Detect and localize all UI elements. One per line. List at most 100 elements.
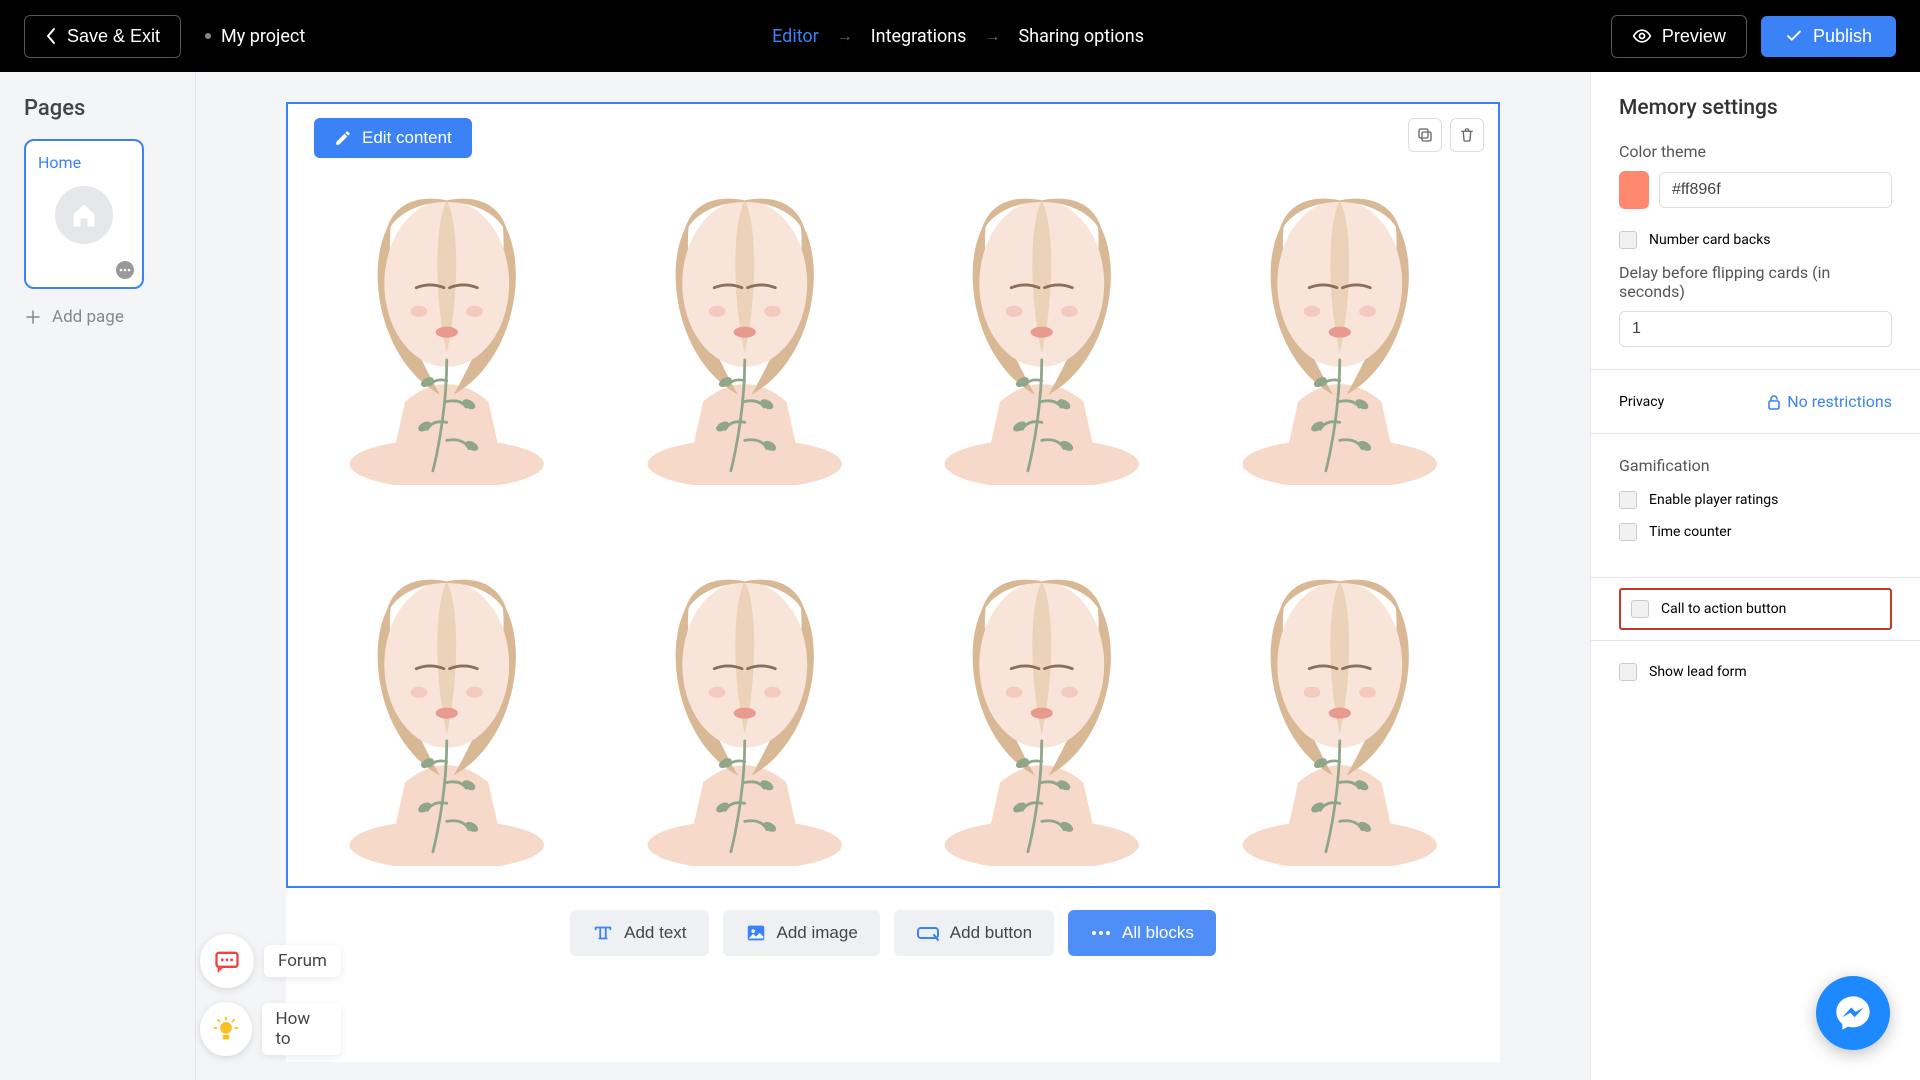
memory-card-grid [298,114,1488,876]
tab-integrations[interactable]: Integrations [871,26,967,47]
floating-help-buttons: Forum How to [200,934,341,1056]
all-blocks-button[interactable]: All blocks [1068,910,1216,956]
howto-label: How to [262,1003,341,1055]
color-input[interactable] [1659,172,1892,208]
memory-card[interactable] [1191,495,1489,876]
checkbox[interactable] [1619,491,1637,509]
add-button-button[interactable]: Add button [894,910,1054,956]
save-exit-label: Save & Exit [67,26,160,47]
eye-icon [1632,26,1652,46]
edit-content-button[interactable]: Edit content [314,118,472,158]
memory-card[interactable] [298,114,596,495]
panel-title: Memory settings [1619,96,1892,120]
chat-icon [213,947,241,975]
settings-panel: Memory settings Color theme Number card … [1590,72,1920,1080]
save-exit-button[interactable]: Save & Exit [24,15,181,58]
delay-label: Delay before flipping cards (in seconds) [1619,263,1892,301]
header-right: Preview Publish [1611,15,1896,58]
checkbox[interactable] [1619,523,1637,541]
time-counter-row[interactable]: Time counter [1619,523,1892,541]
duplicate-button[interactable] [1408,118,1442,152]
forum-label: Forum [264,945,341,977]
add-text-label: Add text [624,923,686,943]
color-swatch[interactable] [1619,171,1649,209]
copy-icon [1416,126,1434,144]
trash-icon [1458,126,1476,144]
delay-input[interactable] [1619,311,1892,347]
number-card-backs-label: Number card backs [1649,232,1771,248]
lightbulb-icon [212,1015,240,1043]
header-left: Save & Exit My project [24,15,305,58]
preview-button[interactable]: Preview [1611,15,1747,58]
plus-icon [24,308,42,326]
pages-title: Pages [24,96,171,121]
memory-card[interactable] [596,114,894,495]
preview-label: Preview [1662,26,1726,47]
chevron-left-icon [45,27,57,45]
publish-label: Publish [1813,26,1872,47]
button-icon [916,924,940,942]
checkbox[interactable] [1619,663,1637,681]
show-lead-label: Show lead form [1649,664,1747,680]
project-name: My project [205,26,305,47]
add-text-button[interactable]: Add text [570,910,708,956]
arrow-right-icon: → [837,26,853,46]
canvas: Edit content [286,102,1500,1062]
add-page-label: Add page [52,307,124,327]
add-image-button[interactable]: Add image [723,910,880,956]
project-name-text: My project [221,26,305,47]
show-lead-row[interactable]: Show lead form [1619,663,1892,681]
tab-editor[interactable]: Editor [772,26,819,47]
messenger-fab[interactable] [1816,976,1890,1050]
time-counter-label: Time counter [1649,524,1731,540]
check-icon [1785,27,1803,45]
top-header: Save & Exit My project Editor → Integrat… [0,0,1920,72]
text-icon [592,922,614,944]
cta-highlight: Call to action button [1619,588,1892,630]
all-blocks-label: All blocks [1122,923,1194,943]
delete-button[interactable] [1450,118,1484,152]
more-icon[interactable] [116,261,134,279]
memory-card[interactable] [596,495,894,876]
enable-ratings-label: Enable player ratings [1649,492,1778,508]
memory-card[interactable] [1191,114,1489,495]
image-icon [745,922,767,944]
enable-ratings-row[interactable]: Enable player ratings [1619,491,1892,509]
home-icon [55,186,113,244]
privacy-value[interactable]: No restrictions [1767,392,1892,411]
add-page-button[interactable]: Add page [24,307,171,327]
color-theme-label: Color theme [1619,142,1892,161]
unsaved-dot-icon [205,33,211,39]
unlock-icon [1767,394,1781,410]
add-image-label: Add image [777,923,858,943]
forum-button[interactable]: Forum [200,934,341,988]
page-thumbnail-home[interactable]: Home [24,139,144,289]
checkbox[interactable] [1619,231,1637,249]
left-sidebar: Pages Home Add page Forum [0,72,196,1080]
number-card-backs-row[interactable]: Number card backs [1619,231,1892,249]
pencil-icon [334,129,352,147]
privacy-row[interactable]: Privacy No restrictions [1591,370,1920,433]
add-block-toolbar: Add text Add image Add button All blocks [286,910,1500,956]
page-thumbnail-label: Home [38,153,130,172]
memory-game-block[interactable]: Edit content [286,102,1500,888]
add-button-label: Add button [950,923,1032,943]
canvas-area: Edit content [196,72,1590,1080]
privacy-label: Privacy [1619,394,1664,410]
edit-content-label: Edit content [362,128,452,148]
checkbox[interactable] [1631,600,1649,618]
memory-card[interactable] [893,495,1191,876]
howto-button[interactable]: How to [200,1002,341,1056]
tab-sharing[interactable]: Sharing options [1018,26,1144,47]
gamification-label: Gamification [1619,456,1892,475]
cta-label: Call to action button [1661,601,1786,617]
messenger-icon [1833,993,1873,1033]
memory-card[interactable] [298,495,596,876]
header-tabs: Editor → Integrations → Sharing options [772,26,1144,47]
block-tools [1408,118,1484,152]
arrow-right-icon: → [984,26,1000,46]
cta-row[interactable]: Call to action button [1631,600,1880,618]
more-horizontal-icon [1090,929,1112,937]
memory-card[interactable] [893,114,1191,495]
publish-button[interactable]: Publish [1761,16,1896,57]
